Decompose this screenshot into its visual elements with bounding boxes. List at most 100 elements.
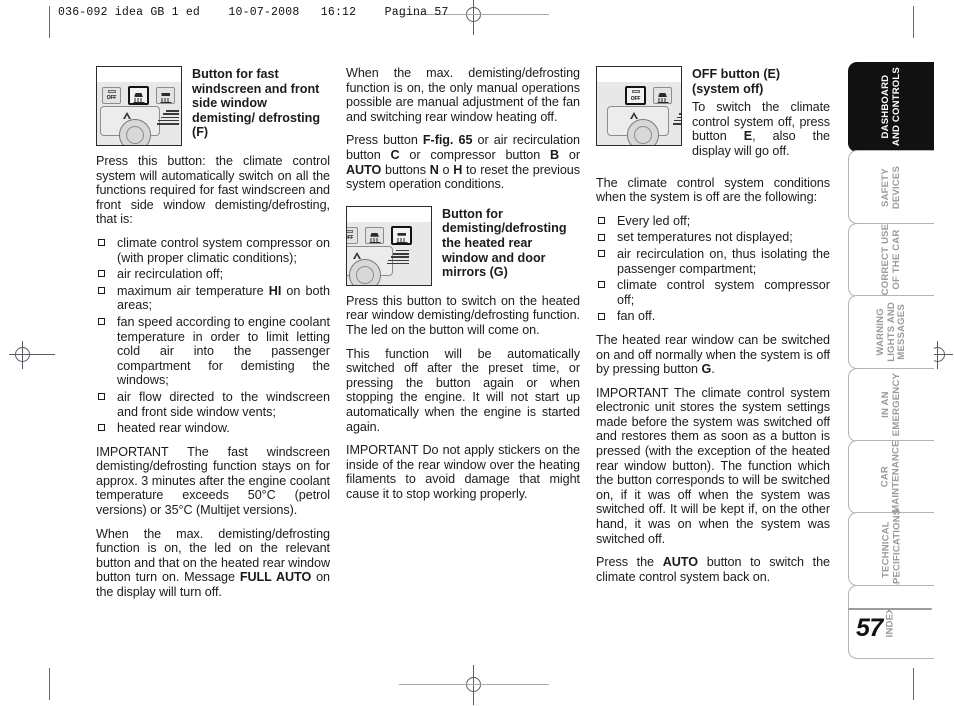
paragraph-full-auto: When the max. demisting/defrosting funct… <box>96 527 330 600</box>
list-item-emphasis: HI <box>268 283 282 298</box>
sidebar-tab-technical-specifications[interactable]: TECHNICAL SPECIFICATIONS <box>848 508 934 590</box>
list-item-text: set temperatures not displayed; <box>617 230 793 245</box>
button-ref-g: G <box>701 362 712 377</box>
page-number: 57 <box>856 614 883 642</box>
list-item: set temperatures not displayed; <box>596 230 830 245</box>
paragraph-reset-conditions: Press button F-fig. 65 or air recirculat… <box>346 133 580 191</box>
front-defrost-button-icon <box>365 226 384 244</box>
text-column-3: OFF OFF button (E) (system off) To switc… <box>596 66 830 593</box>
list-item-text: fan off. <box>617 309 656 324</box>
text-column-1: OFF Button for fast windscreen and front… <box>96 66 330 609</box>
climate-panel-figure-f: OFF <box>96 66 182 146</box>
square-bullet-icon <box>98 318 105 326</box>
list-item-text: fan speed according to engine coolant te… <box>117 314 330 388</box>
button-ref-n: N <box>429 162 439 177</box>
section-tab-rail: DASHBOARD AND CONTROLS SAFETY DEVICES CO… <box>848 62 934 659</box>
list-item: air recirculation on, thus isolating the… <box>596 247 830 276</box>
paragraph-important-f: IMPORTANT The fast windscreen demisting/… <box>96 445 330 518</box>
front-defrost-button-icon <box>128 86 149 105</box>
reset-mid-2: or compressor button <box>399 147 551 162</box>
list-item: climate control system compressor off; <box>596 278 830 307</box>
list-item-text: Every led off; <box>617 213 691 228</box>
figure-heading-f: Button for fast windscreen and front sid… <box>192 67 321 140</box>
sidebar-tab-warning-lights-and-messages[interactable]: WARNING LIGHTS AND MESSAGES <box>848 295 934 370</box>
button-ref-b: B <box>550 147 560 162</box>
figure-block-fast-demist: OFF Button for fast windscreen and front… <box>96 66 330 146</box>
square-bullet-icon <box>98 393 105 401</box>
paragraph-conditions-lead: The climate control system conditions wh… <box>596 175 830 205</box>
button-ref-auto: AUTO <box>662 555 698 570</box>
manual-page: OFF Button for fast windscreen and front… <box>0 0 954 706</box>
important-label: IMPORTANT <box>346 443 419 458</box>
off-button-icon: OFF <box>102 87 121 104</box>
auto-back-pre: Press the <box>596 555 663 570</box>
heated-rear-post: . <box>711 362 715 377</box>
off-button-icon: OFF <box>347 226 358 244</box>
list-item-text: climate control system compressor off; <box>617 278 830 307</box>
list-item-text: air flow directed to the windscreen and … <box>117 389 330 419</box>
list-item-text: air recirculation on, thus isolating the… <box>617 246 830 276</box>
tab-label: DASHBOARD AND CONTROLS <box>879 67 902 147</box>
list-item: heated rear window. <box>96 421 330 436</box>
list-item-text-pre: maximum air temperature <box>117 283 269 298</box>
paragraph-manual-ops: When the max. demisting/defrosting funct… <box>346 66 580 124</box>
list-item: air recirculation off; <box>96 267 330 282</box>
button-ref-e: E <box>743 129 753 144</box>
figure-heading-g: Button for demisting/defrosting the heat… <box>442 206 567 280</box>
figure-block-heated-rear: OFF Button for demis <box>346 205 580 286</box>
tab-label: SAFETY DEVICES <box>879 165 902 209</box>
tab-label: INDEX <box>885 606 897 637</box>
bullet-list-off-conditions: Every led off; set temperatures not disp… <box>596 214 830 324</box>
list-item: air flow directed to the windscreen and … <box>96 390 330 419</box>
sidebar-tab-safety-devices[interactable]: SAFETY DEVICES <box>848 150 934 225</box>
button-ref-auto: AUTO <box>346 162 382 177</box>
square-bullet-icon <box>98 270 105 278</box>
important-label: IMPORTANT <box>96 444 169 459</box>
sidebar-tab-car-maintenance[interactable]: CAR MAINTENANCE <box>848 440 934 515</box>
rear-defrost-button-icon <box>156 87 175 104</box>
reset-mid-3: or <box>559 147 580 162</box>
list-item-text: heated rear window. <box>117 421 230 436</box>
reset-mid-5: o <box>438 162 454 177</box>
square-bullet-icon <box>598 233 605 241</box>
button-ref-c: C <box>390 147 400 162</box>
paragraph-important-e: IMPORTANT The climate control system ele… <box>596 386 830 547</box>
square-bullet-icon <box>598 250 605 258</box>
off-button-icon: OFF <box>625 86 646 105</box>
list-item: fan off. <box>596 309 830 324</box>
list-item: climate control system compressor on (wi… <box>96 236 330 265</box>
button-ref-f: F-fig. 65 <box>422 133 473 148</box>
paragraph-intro-f: Press this button: the climate control s… <box>96 154 330 227</box>
rear-defrost-button-icon <box>391 225 412 245</box>
list-item: fan speed according to engine coolant te… <box>96 315 330 388</box>
square-bullet-icon <box>98 286 105 294</box>
paragraph-auto-switch-off: This function will be automatically swit… <box>346 346 580 434</box>
square-bullet-icon <box>98 424 105 432</box>
sidebar-tab-in-an-emergency[interactable]: IN AN EMERGENCY <box>848 367 934 442</box>
paragraph-switch-on-rear: Press this button to switch on the heate… <box>346 293 580 337</box>
tab-label: WARNING LIGHTS AND MESSAGES <box>874 302 907 363</box>
list-item-text: air recirculation off; <box>117 267 224 282</box>
important-body: The climate control system electronic un… <box>596 385 830 546</box>
front-defrost-button-icon <box>653 87 672 104</box>
square-bullet-icon <box>598 312 605 320</box>
sidebar-tab-dashboard-and-controls[interactable]: DASHBOARD AND CONTROLS <box>848 62 934 152</box>
paragraph-heated-rear-when-off: The heated rear window can be switched o… <box>596 333 830 377</box>
page-number-rule <box>848 608 932 610</box>
paragraph-important-g: IMPORTANT Do not apply stickers on the i… <box>346 443 580 501</box>
bullet-list-fast-demist: climate control system compressor on (wi… <box>96 236 330 436</box>
tab-label: IN AN EMERGENCY <box>879 373 902 437</box>
tab-label: CORRECT USE OF THE CAR <box>879 224 902 296</box>
reset-mid-4: buttons <box>381 162 430 177</box>
text-column-2: When the max. demisting/defrosting funct… <box>346 66 580 510</box>
tab-label: TECHNICAL SPECIFICATIONS <box>879 508 902 591</box>
sidebar-tab-correct-use-of-the-car[interactable]: CORRECT USE OF THE CAR <box>848 222 934 297</box>
important-label: IMPORTANT <box>596 385 669 400</box>
button-ref-h: H <box>453 162 463 177</box>
figure-heading-e: OFF button (E) (system off) <box>692 67 781 96</box>
tab-label: CAR MAINTENANCE <box>879 440 902 514</box>
paragraph-switch-off: To switch the climate control system off… <box>692 100 830 158</box>
climate-panel-figure-g: OFF <box>346 205 432 286</box>
climate-panel-figure-e: OFF <box>596 66 682 146</box>
full-auto-message: FULL AUTO <box>239 570 312 585</box>
